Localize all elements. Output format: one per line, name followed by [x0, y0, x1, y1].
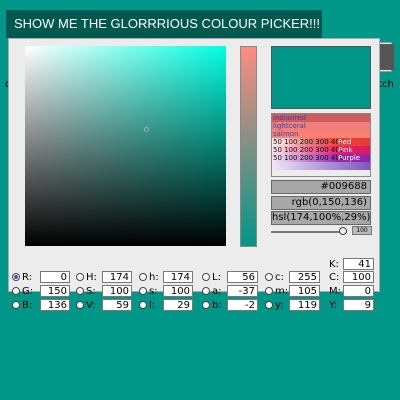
input-K[interactable]: 41 [343, 258, 374, 270]
mode-radio-s[interactable] [139, 287, 147, 295]
field-label-s: s: [149, 286, 158, 297]
field-label-a: a: [212, 286, 222, 297]
palette-scale-red[interactable]: 50 100 200 300 400 Red [272, 138, 370, 146]
field-L: L: 56 [202, 271, 264, 284]
mode-radio-y[interactable] [265, 301, 273, 309]
input-y[interactable]: 119 [289, 299, 320, 311]
field-label-b: b: [212, 300, 222, 311]
field-label-y: y: [275, 300, 284, 311]
field-label-C: C: [329, 272, 340, 283]
field-label-L: L: [212, 272, 221, 283]
hex-value-display[interactable]: #009688 [271, 180, 371, 194]
rgb-value-display[interactable]: rgb(0,150,136) [271, 196, 371, 210]
mode-radio-h[interactable] [139, 273, 147, 281]
field-label-H: H: [86, 272, 97, 283]
field-Y: Y: 9 [329, 299, 377, 312]
alpha-slider-handle[interactable] [339, 227, 347, 235]
field-C: C: 100 [329, 271, 377, 284]
palette-scale-name: Purple [338, 154, 361, 162]
mode-radio-S[interactable] [76, 287, 84, 295]
alpha-value: 100 [352, 226, 372, 235]
mode-radio-a[interactable] [202, 287, 210, 295]
field-V: V: 59 [76, 299, 136, 312]
field-label-m: m: [275, 286, 289, 297]
field-label-V: V: [86, 300, 96, 311]
input-C[interactable]: 100 [343, 271, 374, 283]
field-label-Y: Y: [329, 300, 338, 311]
field-H: H: 174 [76, 271, 136, 284]
hsl-value-display[interactable]: hsl(174,100%,29%) [271, 211, 371, 225]
field-label-S: S: [86, 286, 96, 297]
alpha-slider-track[interactable] [271, 231, 347, 233]
hue-slider[interactable] [240, 46, 257, 247]
mode-radio-R[interactable] [12, 273, 20, 281]
palette-scale-steps: 50 100 200 300 400 [273, 138, 345, 146]
mode-radio-G[interactable] [12, 287, 20, 295]
mode-radio-c[interactable] [265, 273, 273, 281]
input-R[interactable]: 0 [40, 271, 70, 283]
input-Y[interactable]: 9 [343, 299, 374, 311]
field-b: b: -2 [202, 299, 264, 312]
palette-scale-pink[interactable]: 50 100 200 300 400 Pink [272, 146, 370, 154]
field-label-c: c: [275, 272, 284, 283]
background-button [378, 44, 394, 70]
field-c: c: 255 [265, 271, 325, 284]
color-picker-panel: indianred lightcoral salmon 50 100 200 3… [8, 38, 380, 311]
color-palette-list[interactable]: indianred lightcoral salmon 50 100 200 3… [271, 113, 371, 177]
input-s[interactable]: 100 [163, 285, 193, 297]
field-h: h: 174 [139, 271, 199, 284]
input-M[interactable]: 0 [343, 285, 374, 297]
mode-radio-l[interactable] [139, 301, 147, 309]
input-c[interactable]: 255 [289, 271, 320, 283]
mode-radio-B[interactable] [12, 301, 20, 309]
palette-item-indianred[interactable]: indianred [272, 114, 370, 122]
mode-radio-b[interactable] [202, 301, 210, 309]
field-S: S: 100 [76, 285, 136, 298]
field-label-h: h: [149, 272, 159, 283]
input-L[interactable]: 56 [227, 271, 258, 283]
field-K: K: 41 [329, 258, 377, 271]
input-a[interactable]: -37 [227, 285, 258, 297]
field-label-K: K: [329, 259, 339, 270]
saturation-cursor[interactable] [144, 127, 149, 132]
palette-scale-more[interactable] [272, 162, 370, 170]
palette-scale-purple[interactable]: 50 100 200 300 400 Purple [272, 154, 370, 162]
field-a: a: -37 [202, 285, 264, 298]
palette-item-salmon[interactable]: salmon [272, 130, 370, 138]
input-S[interactable]: 100 [102, 285, 132, 297]
current-color-swatch [271, 46, 371, 109]
mode-radio-L[interactable] [202, 273, 210, 281]
mode-radio-V[interactable] [76, 301, 84, 309]
palette-scale-steps: 50 100 200 300 400 [273, 154, 345, 162]
palette-scale-name: Red [338, 138, 352, 146]
input-H[interactable]: 174 [102, 271, 132, 283]
palette-scale-name: Pink [338, 146, 353, 154]
input-B[interactable]: 136 [40, 299, 70, 311]
input-l[interactable]: 29 [163, 299, 193, 311]
field-R: R: 0 [12, 271, 72, 284]
show-color-picker-button[interactable]: SHOW ME THE GLORRRIOUS COLOUR PICKER!!! [6, 10, 322, 38]
input-G[interactable]: 150 [40, 285, 70, 297]
mode-radio-H[interactable] [76, 273, 84, 281]
field-B: B: 136 [12, 299, 72, 312]
input-b[interactable]: -2 [227, 299, 258, 311]
field-label-l: l: [149, 300, 156, 311]
input-h[interactable]: 174 [163, 271, 193, 283]
field-label-B: B: [22, 300, 33, 311]
field-label-G: G: [22, 286, 34, 297]
input-m[interactable]: 105 [289, 285, 320, 297]
field-G: G: 150 [12, 285, 72, 298]
field-M: M: 0 [329, 285, 377, 298]
saturation-value-field[interactable] [25, 46, 226, 246]
field-s: s: 100 [139, 285, 199, 298]
field-label-R: R: [22, 272, 33, 283]
field-label-M: M: [329, 286, 341, 297]
field-y: y: 119 [265, 299, 325, 312]
mode-radio-m[interactable] [265, 287, 273, 295]
palette-item-lightcoral[interactable]: lightcoral [272, 122, 370, 130]
field-m: m: 105 [265, 285, 325, 298]
input-V[interactable]: 59 [102, 299, 132, 311]
field-l: l: 29 [139, 299, 199, 312]
palette-scale-steps: 50 100 200 300 400 [273, 146, 345, 154]
